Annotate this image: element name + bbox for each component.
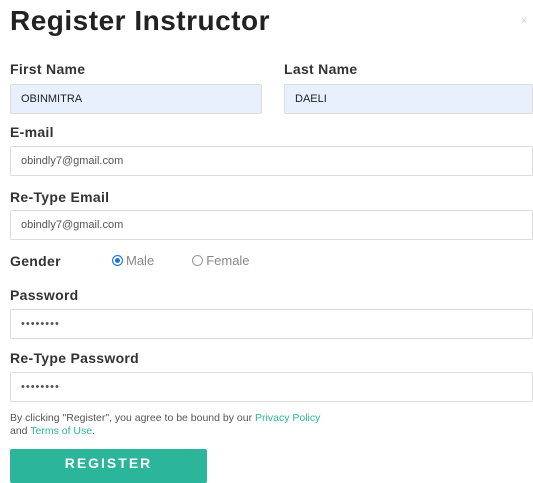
password-input[interactable]: •••••••• <box>10 309 533 339</box>
password-label: Password <box>10 287 79 303</box>
gender-option-label: Female <box>206 253 250 268</box>
radio-unchecked-icon[interactable] <box>192 255 204 266</box>
last-name-label: Last Name <box>284 61 358 77</box>
privacy-policy-link[interactable]: Privacy Policy <box>255 412 320 424</box>
retype-email-label: Re-Type Email <box>10 189 110 205</box>
terms-suffix: . <box>92 425 96 437</box>
gender-label: Gender <box>10 253 61 269</box>
retype-email-input[interactable]: obindly7@gmail.com <box>10 210 533 240</box>
radio-checked-icon[interactable] <box>112 255 123 266</box>
email-label: E-mail <box>10 124 54 140</box>
gender-option-male[interactable]: Male <box>112 253 154 268</box>
email-input[interactable]: obindly7@gmail.com <box>10 146 533 176</box>
register-button[interactable]: REGISTER <box>10 449 207 483</box>
terms-prefix: By clicking "Register", you agree to be … <box>10 412 256 424</box>
gender-option-label: Male <box>126 253 155 268</box>
first-name-input[interactable]: OBINMITRA <box>10 84 262 114</box>
retype-password-label: Re-Type Password <box>10 350 140 366</box>
gender-option-female[interactable]: Female <box>192 253 250 268</box>
last-name-input[interactable]: DAELI <box>284 84 533 114</box>
retype-password-input[interactable]: •••••••• <box>10 372 533 402</box>
close-icon[interactable]: × <box>521 16 527 27</box>
gender-radio-group: Male Female <box>112 253 250 268</box>
terms-notice: By clicking "Register", you agree to be … <box>10 412 525 438</box>
terms-of-use-link[interactable]: Terms of Use <box>30 425 92 437</box>
modal-title: Register Instructor <box>10 5 270 36</box>
terms-middle: and <box>10 425 31 437</box>
first-name-label: First Name <box>10 61 86 77</box>
